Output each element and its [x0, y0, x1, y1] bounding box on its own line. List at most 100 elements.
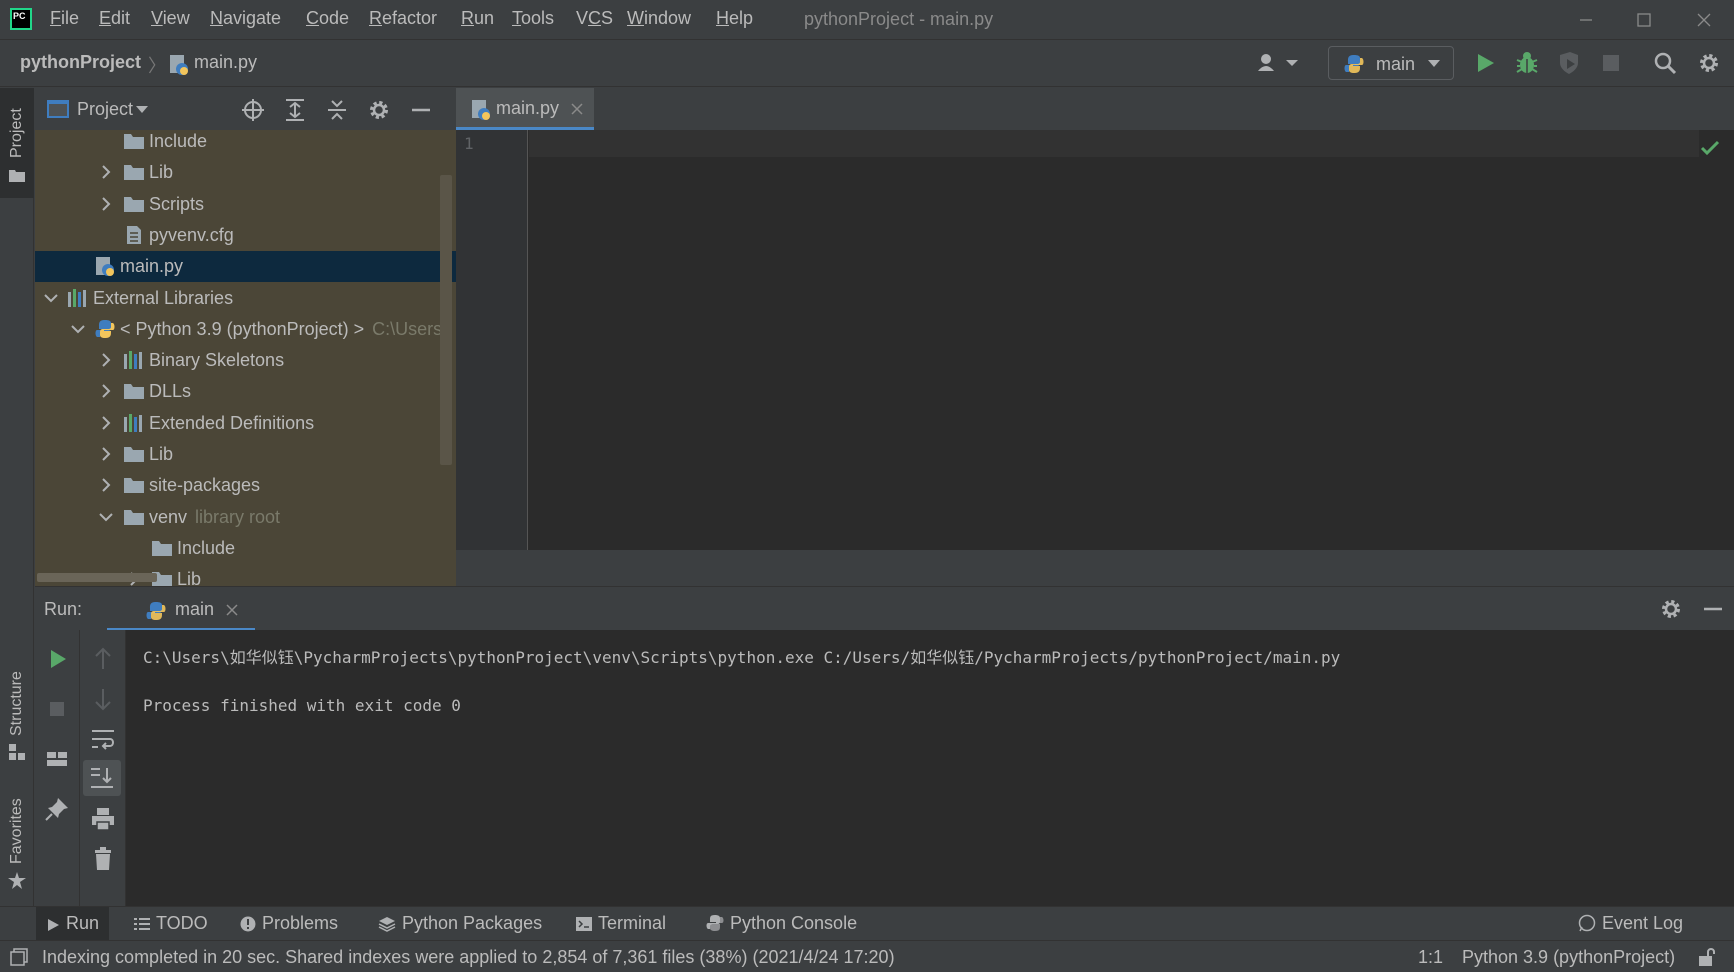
tree-row[interactable]: External Libraries	[35, 283, 456, 314]
menu-run[interactable]: Run	[461, 8, 494, 29]
todo-tool-tab[interactable]: TODO	[134, 913, 208, 934]
status-message[interactable]: Indexing completed in 20 sec. Shared ind…	[42, 947, 895, 968]
folder-icon	[123, 194, 145, 214]
locate-icon[interactable]	[241, 98, 265, 122]
tree-row[interactable]: Include	[35, 533, 456, 564]
menu-tools[interactable]: Tools	[512, 8, 554, 29]
tree-row[interactable]: Scripts	[35, 189, 456, 220]
menu-code[interactable]: Code	[306, 8, 349, 29]
menu-file[interactable]: File	[50, 8, 79, 29]
tree-row[interactable]: Lib	[35, 439, 456, 470]
project-tool-tab[interactable]: Project	[0, 88, 34, 198]
python-packages-tool-tab[interactable]: Python Packages	[378, 913, 542, 934]
run-button[interactable]	[1472, 50, 1498, 76]
breadcrumb-file[interactable]: main.py	[194, 52, 257, 73]
menu-refactor[interactable]: Refactor	[369, 8, 437, 29]
chevron-down-icon[interactable]	[135, 104, 149, 116]
chevron-right-icon[interactable]	[98, 196, 114, 212]
breadcrumb-project[interactable]: pythonProject	[20, 52, 141, 73]
down-arrow-icon[interactable]	[88, 684, 118, 714]
tree-row-text: < Python 3.9 (pythonProject) >	[120, 318, 365, 339]
tree-row[interactable]: Binary Skeletons	[35, 345, 456, 376]
toggle-tool-windows-icon[interactable]	[10, 948, 28, 966]
chevron-down-icon[interactable]	[70, 321, 86, 337]
folder-icon	[123, 475, 145, 495]
scroll-to-end-icon[interactable]	[83, 760, 121, 796]
menu-help[interactable]: Help	[716, 8, 753, 29]
chevron-down-icon[interactable]	[98, 509, 114, 525]
pin-icon[interactable]	[42, 794, 72, 824]
collapse-all-icon[interactable]	[325, 98, 349, 122]
tree-row[interactable]: main.py	[35, 251, 456, 283]
tree-row[interactable]: Include	[35, 130, 456, 157]
caret-position[interactable]: 1:1	[1418, 947, 1443, 968]
run-tool-tab[interactable]: Run	[36, 907, 110, 941]
search-icon[interactable]	[1652, 50, 1678, 76]
project-view-selector[interactable]: Project	[77, 99, 133, 120]
structure-tool-tab[interactable]: Structure	[0, 658, 34, 768]
menu-window[interactable]: Window	[627, 8, 691, 29]
favorites-tool-tab[interactable]: Favorites	[0, 778, 34, 908]
chevron-down-icon[interactable]	[43, 290, 59, 306]
menu-navigate[interactable]: Navigate	[210, 8, 281, 29]
trash-icon[interactable]	[88, 844, 118, 874]
chevron-right-icon[interactable]	[98, 352, 114, 368]
gear-icon[interactable]	[367, 98, 391, 122]
layout-icon[interactable]	[42, 744, 72, 774]
tree-row[interactable]: venv library root	[35, 502, 456, 533]
run-tab-main[interactable]: main	[107, 587, 255, 631]
inspection-ok-icon[interactable]	[1700, 140, 1720, 156]
structure-icon	[9, 744, 25, 760]
menu-vcs[interactable]: VCS	[576, 8, 613, 29]
tree-row[interactable]: < Python 3.9 (pythonProject) > C:\Users	[35, 314, 456, 345]
minimize-button[interactable]	[1574, 8, 1598, 32]
hide-panel-icon[interactable]	[409, 98, 433, 122]
python-file-icon	[470, 99, 492, 121]
chevron-right-icon[interactable]	[98, 446, 114, 462]
rerun-button[interactable]	[42, 644, 72, 674]
debug-button[interactable]	[1514, 50, 1540, 76]
hide-panel-icon[interactable]	[1701, 597, 1725, 621]
tree-row[interactable]: site-packages	[35, 470, 456, 501]
tree-vertical-scrollbar[interactable]	[440, 175, 452, 465]
tree-row[interactable]: pyvenv.cfg	[35, 220, 456, 251]
gear-icon[interactable]	[1696, 50, 1722, 76]
run-configuration-select[interactable]: main	[1328, 46, 1454, 80]
maximize-button[interactable]	[1632, 8, 1656, 32]
python-console-tool-tab[interactable]: Python Console	[706, 913, 857, 934]
chevron-right-icon[interactable]	[98, 477, 114, 493]
terminal-tool-tab[interactable]: Terminal	[576, 913, 666, 934]
close-tab-icon[interactable]	[225, 603, 239, 617]
coverage-button[interactable]	[1556, 50, 1582, 76]
interpreter-selector[interactable]: Python 3.9 (pythonProject)	[1462, 947, 1675, 968]
close-window-button[interactable]	[1692, 8, 1716, 32]
menu-view[interactable]: View	[151, 8, 190, 29]
tree-row[interactable]: DLLs	[35, 376, 456, 407]
tree-horizontal-scrollbar[interactable]	[37, 573, 157, 582]
up-arrow-icon[interactable]	[88, 644, 118, 674]
stop-button[interactable]	[1598, 50, 1624, 76]
gear-icon[interactable]	[1659, 597, 1683, 621]
problems-tool-tab[interactable]: Problems	[240, 913, 338, 934]
menu-edit[interactable]: Edit	[99, 8, 130, 29]
editor-tab-main-py[interactable]: main.py	[456, 88, 594, 130]
chevron-right-icon[interactable]	[98, 415, 114, 431]
tree-row[interactable]: Extended Definitions	[35, 408, 456, 439]
tree-row[interactable]: Lib	[35, 157, 456, 188]
chevron-right-icon[interactable]	[98, 383, 114, 399]
vcs-user-icon[interactable]	[1256, 51, 1300, 75]
tree-row-text: Lib	[149, 162, 174, 183]
unlock-icon[interactable]	[1698, 947, 1716, 967]
code-editor[interactable]: 1	[456, 130, 1734, 550]
expand-all-icon[interactable]	[283, 98, 307, 122]
soft-wrap-icon[interactable]	[88, 724, 118, 754]
event-log-tool-tab[interactable]: Event Log	[1578, 913, 1683, 934]
tree-row-label: Lib	[149, 444, 173, 465]
run-panel-body: C:\Users\如华似钰\PycharmProjects\pythonProj…	[35, 630, 1734, 906]
close-tab-icon[interactable]	[570, 102, 584, 116]
tree-row-text: main.py	[120, 256, 184, 277]
console-line: Process finished with exit code 0	[143, 696, 461, 715]
print-icon[interactable]	[88, 804, 118, 834]
chevron-right-icon[interactable]	[98, 164, 114, 180]
stop-button[interactable]	[42, 694, 72, 724]
